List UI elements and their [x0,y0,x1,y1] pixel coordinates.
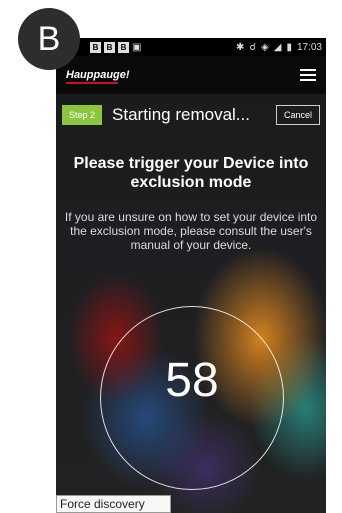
status-bar: B B B ▣ ✱ ☌ ◈ ◢ ▮ 17:03 [56,38,326,56]
instruction-heading: Please trigger your Device into exclusio… [73,155,309,191]
force-discovery-button[interactable]: Force discovery [56,495,171,513]
app-bar: Hauppauge! [56,56,326,94]
clock: 17:03 [296,41,322,53]
cancel-button[interactable]: Cancel [275,105,320,125]
page-title: Starting removal... [112,105,250,124]
mute-icon: ☌ [249,41,257,53]
image-notification-icon: ▣ [132,41,142,53]
wifi-icon: ◈ [261,41,269,53]
system-icons: ✱ ☌ ◈ ◢ ▮ 17:03 [236,42,322,53]
notification-icon: B [104,41,115,53]
phone-screen: B B B ▣ ✱ ☌ ◈ ◢ ▮ 17:03 Hauppauge! Step … [56,38,326,513]
battery-icon: ▮ [286,41,292,53]
instruction-text: If you are unsure on how to set your dev… [64,210,318,252]
step-indicator: Step 2 [62,105,103,125]
countdown-value: 58 [165,354,219,407]
notification-icon: B [90,41,101,53]
brand-logo[interactable]: Hauppauge! [66,69,130,84]
bluetooth-icon: ✱ [235,41,245,53]
step-header: Step 2 Starting removal... Cancel [56,94,326,136]
signal-icon: ◢ [273,41,282,53]
notification-icon: B [118,41,129,53]
step-badge: B [18,8,80,70]
hamburger-menu-icon[interactable] [300,69,316,81]
